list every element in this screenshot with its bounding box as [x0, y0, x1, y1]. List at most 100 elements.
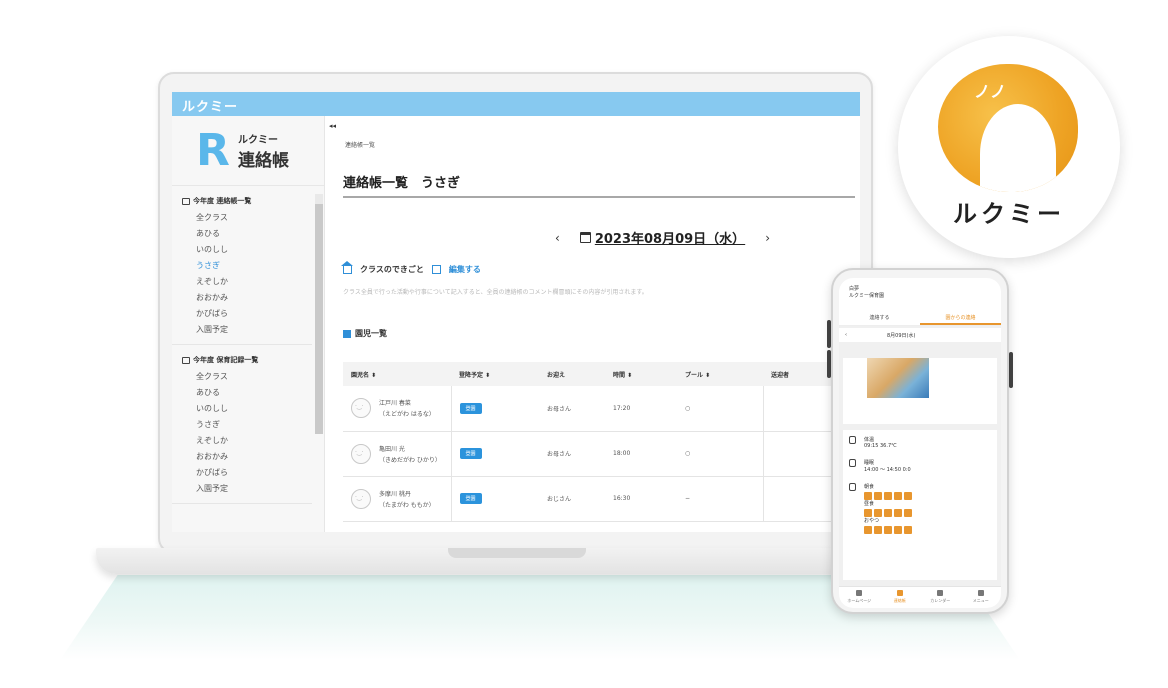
breadcrumb[interactable]: 連絡帳一覧 — [345, 140, 375, 149]
sidebar-item-all[interactable]: 全クラス — [182, 210, 312, 226]
tab-send[interactable]: 連絡する — [839, 310, 920, 325]
nav-renrakucho[interactable]: 連絡帳 — [880, 587, 921, 608]
pickup-cell: お母さん — [539, 431, 605, 477]
phone-photo-card — [843, 358, 997, 424]
date-picker[interactable]: 2023年08月09日（水） — [579, 228, 746, 247]
record-icon — [182, 356, 190, 364]
phone-date[interactable]: 8月09日(水) — [887, 332, 915, 339]
class-photo[interactable] — [867, 358, 929, 398]
pickup-cell: お母さん — [539, 386, 605, 432]
home-icon — [341, 260, 353, 274]
nav-menu-label: メニュー — [972, 598, 989, 603]
sidebar-item-all[interactable]: 全クラス — [182, 369, 312, 385]
sidebar-item-inoshishi[interactable]: いのしし — [182, 242, 312, 258]
sleep-value: 14:00 〜 14:50 0:0 — [864, 467, 911, 473]
book-icon — [182, 197, 190, 205]
prev-date-button[interactable]: ‹ — [555, 231, 560, 245]
pool-cell: ○ — [677, 431, 764, 477]
tab-from-school[interactable]: 園からの連絡 — [920, 310, 1001, 325]
child-list-label: 園児一覧 — [355, 329, 387, 338]
temperature-row: 体温 09:15 36.7℃ — [849, 436, 997, 449]
table-row[interactable]: 亀田川 光 （きめだがわ ひかり） 登園 お母さん 18:00 ○ — [343, 431, 853, 477]
child-name-cell[interactable]: 亀田川 光 （きめだがわ ひかり） — [351, 443, 451, 464]
edit-link[interactable]: 編集する — [449, 264, 481, 275]
sidebar-item-usagi[interactable]: うさぎ — [182, 258, 312, 274]
sidebar-item-usagi[interactable]: うさぎ — [182, 417, 312, 433]
app-topbar: ルクミー — [172, 92, 860, 116]
logo-r-icon: R — [196, 124, 230, 176]
logo-small: ルクミー — [238, 134, 278, 146]
main-content: ◂◂ 連絡帳一覧 連絡帳一覧 うさぎ ‹ 2023年08月09日（水） › クラ… — [325, 116, 860, 532]
logo-big: 連絡帳 — [238, 150, 289, 171]
status-badge: 登園 — [459, 448, 482, 459]
table-row[interactable]: 江戸川 春菜 （えどがわ はるな） 登園 お母さん 17:20 ○ — [343, 386, 853, 432]
current-date: 2023年08月09日（水） — [594, 232, 746, 247]
col-pickup: お迎え — [539, 362, 605, 386]
avatar-icon — [351, 398, 371, 419]
phone-header-line2[interactable]: ルクミー保育園 — [849, 293, 1001, 300]
sidebar-item-ezoshika[interactable]: えぞしか — [182, 433, 312, 449]
col-name[interactable]: 園児名 ⬍ — [343, 362, 451, 386]
date-navigator: ‹ 2023年08月09日（水） › — [555, 228, 770, 248]
next-date-button[interactable]: › — [765, 231, 770, 245]
sidebar-scrollbar-thumb[interactable] — [315, 204, 323, 434]
notebook-icon — [896, 590, 903, 596]
app-logo[interactable]: R ルクミー 連絡帳 — [172, 116, 324, 186]
sidebar-item-ahiru[interactable]: あひる — [182, 226, 312, 242]
sidebar-item-ahiru[interactable]: あひる — [182, 385, 312, 401]
sidebar-scrollbar[interactable] — [315, 194, 323, 434]
phone-back-button[interactable]: ‹ — [845, 332, 847, 338]
phone-date-bar: ‹ 8月09日(水) — [839, 328, 1001, 342]
child-name-cell[interactable]: 多摩川 桃丹 （たまがわ ももか） — [351, 488, 451, 509]
brand-name: ルクミー — [953, 200, 1065, 228]
child-kana: （きめだがわ ひかり） — [379, 456, 441, 464]
page-title: 連絡帳一覧 うさぎ — [343, 172, 855, 198]
sidebar-item-nyuen[interactable]: 入園予定 — [182, 322, 312, 338]
sidebar-item-ookami[interactable]: おおかみ — [182, 290, 312, 306]
fork-icon — [849, 483, 856, 491]
sidebar-item-kapibara[interactable]: かぴばら — [182, 306, 312, 322]
class-event-label: クラスのできごと — [360, 265, 424, 274]
child-kana: （えどがわ はるな） — [379, 411, 435, 419]
table-row[interactable]: 多摩川 桃丹 （たまがわ ももか） 登園 おじさん 16:30 − — [343, 476, 853, 522]
class-event-note: クラス全員で行った活動や行事について記入すると、全員の連絡帳のコメント欄冒頭にそ… — [343, 289, 648, 296]
meal-rating — [864, 509, 912, 517]
time-cell: 17:20 — [605, 386, 677, 432]
avatar-icon — [351, 488, 371, 509]
col-time[interactable]: 時間 ⬍ — [605, 362, 677, 386]
nav-menu[interactable]: メニュー — [961, 587, 1002, 608]
child-name: 多摩川 桃丹 — [379, 490, 411, 498]
nav-renrakucho-label: 連絡帳 — [893, 598, 906, 603]
sidebar-item-kapibara[interactable]: かぴばら — [182, 465, 312, 481]
sidebar-item-ezoshika[interactable]: えぞしか — [182, 274, 312, 290]
calendar-icon — [579, 232, 591, 243]
sidebar-item-nyuen[interactable]: 入園予定 — [182, 481, 312, 497]
collapse-sidebar-icon[interactable]: ◂◂ — [329, 122, 336, 130]
col-pool[interactable]: プール ⬍ — [677, 362, 763, 386]
child-name-cell[interactable]: 江戸川 春菜 （えどがわ はるな） — [351, 398, 451, 419]
logo-text: ルクミー 連絡帳 — [238, 131, 289, 171]
child-name: 江戸川 春菜 — [379, 400, 411, 408]
laptop-notch — [448, 548, 586, 558]
nav-home[interactable]: ホームページ — [839, 587, 880, 608]
pickup-cell: おじさん — [539, 476, 605, 522]
col-status[interactable]: 登降予定 ⬍ — [451, 362, 539, 386]
status-badge: 登園 — [459, 493, 482, 504]
sidebar-item-inoshishi[interactable]: いのしし — [182, 401, 312, 417]
nav-calendar[interactable]: カレンダー — [920, 587, 961, 608]
phone-bottom-nav: ホームページ 連絡帳 カレンダー メニュー — [839, 586, 1001, 608]
phone-tabs: 連絡する 園からの連絡 — [839, 310, 1001, 326]
meal-rating — [864, 492, 912, 500]
menu-icon — [977, 590, 984, 596]
status-badge: 登園 — [459, 402, 482, 414]
sidebar-item-ookami[interactable]: おおかみ — [182, 449, 312, 465]
brand-face-icon — [980, 104, 1056, 192]
sidebar-heading-label: 今年度 連絡帳一覧 — [193, 197, 252, 205]
meal-label-snack: おやつ — [864, 518, 880, 524]
brand-lines: ノノ — [974, 82, 1007, 101]
edit-icon[interactable] — [431, 265, 441, 274]
time-cell: 16:30 — [605, 476, 677, 522]
sleep-row: 睡眠 14:00 〜 14:50 0:0 — [849, 459, 997, 473]
child-name: 亀田川 光 — [379, 445, 405, 453]
meal-row: 朝食 昼食 おやつ — [849, 483, 997, 534]
